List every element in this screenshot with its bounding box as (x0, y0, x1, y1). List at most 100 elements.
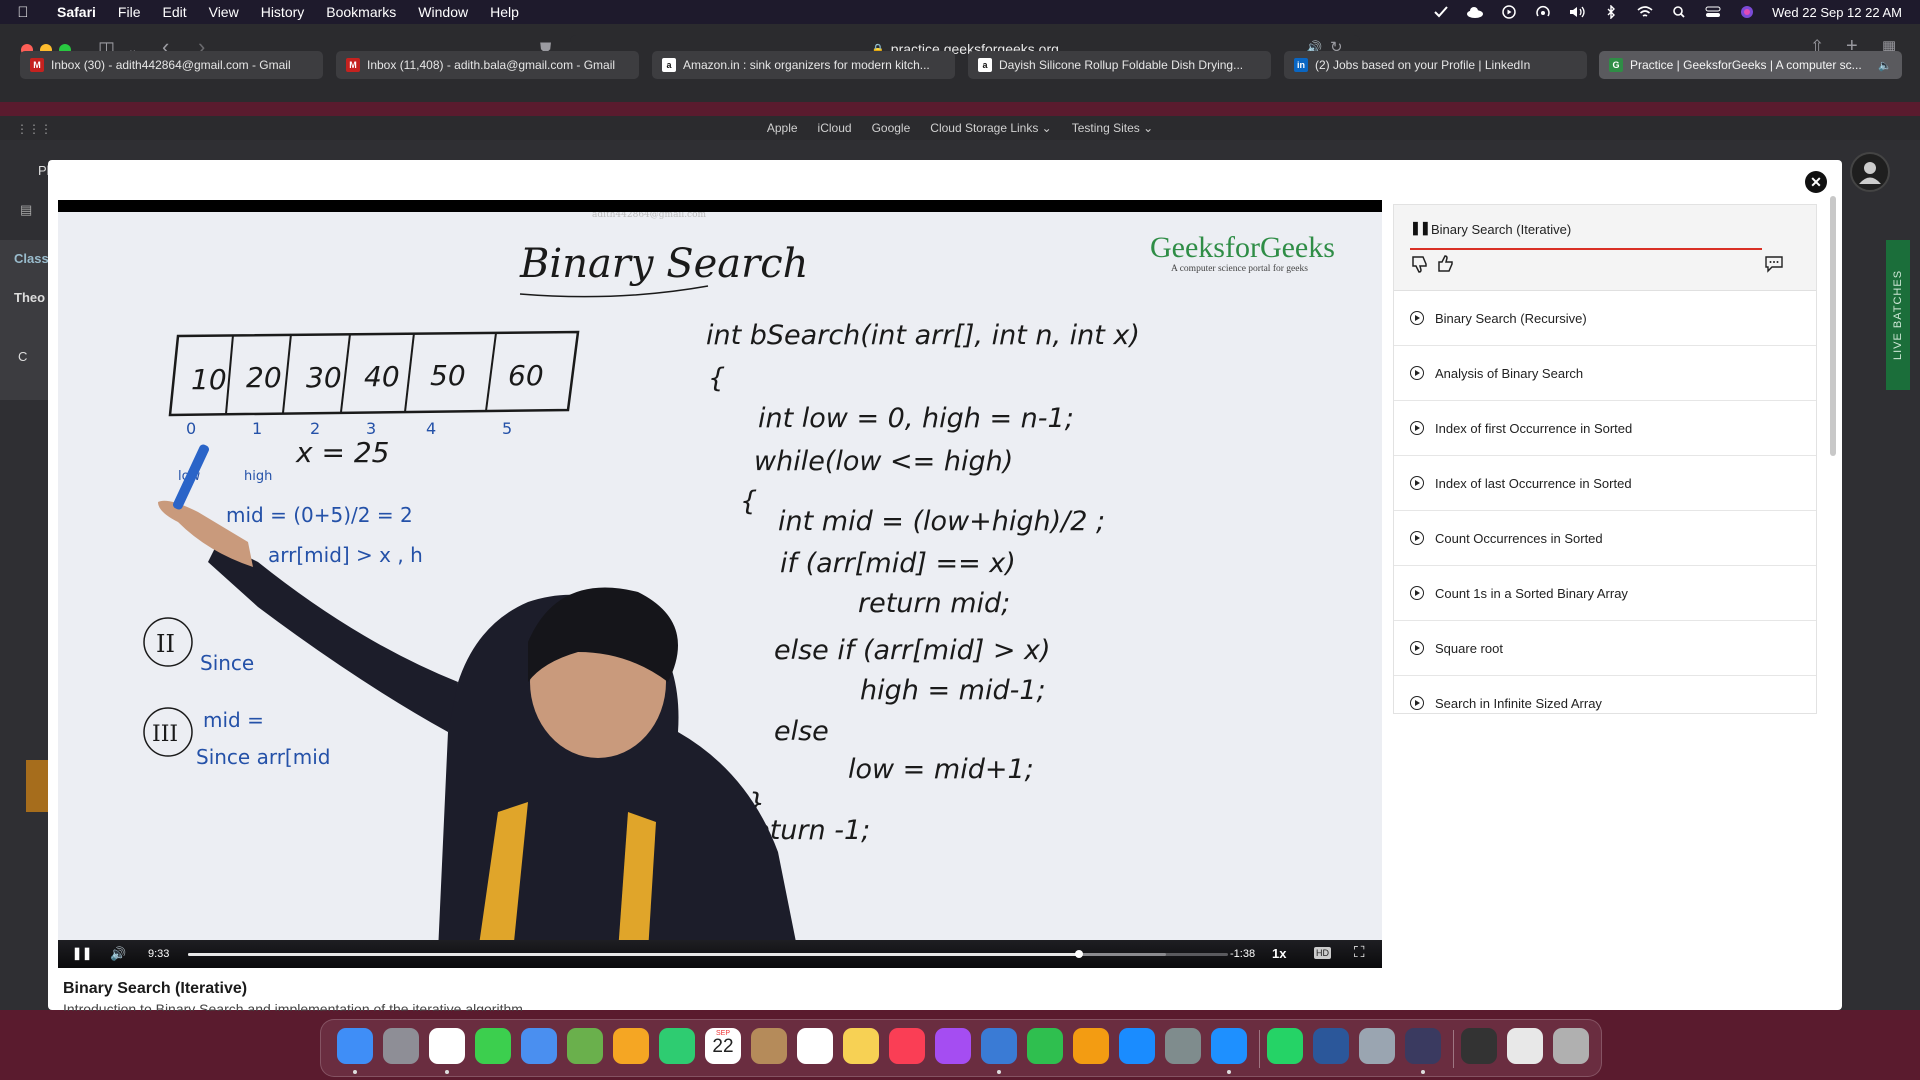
system-preferences-icon[interactable] (1165, 1028, 1201, 1064)
elapsed-time: 9:33 (148, 948, 170, 960)
notes-icon[interactable] (843, 1028, 879, 1064)
clock[interactable]: Wed 22 Sep 12 22 AM (1772, 5, 1902, 20)
tab-linkedin[interactable]: in (2) Jobs based on your Profile | Link… (1284, 51, 1587, 79)
screenshot-icon[interactable] (1461, 1028, 1497, 1064)
preview-icon[interactable] (1359, 1028, 1395, 1064)
gfg-logo-title: GeeksforGeeks (1150, 231, 1335, 264)
seek-bar[interactable] (188, 950, 1228, 958)
playlist-item[interactable]: Index of first Occurrence in Sorted (1394, 401, 1816, 456)
pause-button[interactable]: ❚❚ (72, 946, 92, 960)
gmail-icon: M (30, 58, 44, 72)
thumbs-down-icon[interactable] (1410, 255, 1430, 278)
facetime-icon[interactable] (659, 1028, 695, 1064)
comment-icon[interactable] (1764, 255, 1784, 278)
avatar[interactable] (1850, 152, 1890, 192)
menu-view[interactable]: View (198, 4, 250, 20)
volume-button[interactable]: 🔊 (110, 946, 126, 962)
pause-icon[interactable]: ❚❚ (1410, 220, 1431, 236)
app-icon[interactable] (1405, 1028, 1441, 1064)
close-modal-button[interactable]: ✕ (1805, 171, 1827, 193)
tab-label: (2) Jobs based on your Profile | LinkedI… (1315, 58, 1531, 72)
control-center-icon[interactable] (1704, 5, 1722, 19)
tab-gmail-2[interactable]: M Inbox (11,408) - adith.bala@gmail.com … (336, 51, 639, 79)
file-icon[interactable] (1507, 1028, 1543, 1064)
safari-icon[interactable] (1211, 1028, 1247, 1064)
gmail-icon: M (346, 58, 360, 72)
menu-window[interactable]: Window (407, 4, 479, 20)
menu-help[interactable]: Help (479, 4, 530, 20)
search-icon[interactable] (1670, 5, 1688, 19)
thumbs-up-icon[interactable] (1436, 255, 1456, 278)
chrome-icon[interactable] (429, 1028, 465, 1064)
array-cell: 20 (246, 361, 282, 394)
quality-icon[interactable]: HD (1314, 947, 1331, 959)
playback-speed-button[interactable]: 1x (1272, 946, 1286, 961)
playlist-item[interactable]: Count 1s in a Sorted Binary Array (1394, 566, 1816, 621)
tab-geeksforgeeks[interactable]: G Practice | GeeksforGeeks | A computer … (1599, 51, 1902, 79)
apple-icon[interactable]:  (0, 4, 46, 21)
cloud-icon[interactable] (1466, 5, 1484, 19)
trash-icon[interactable] (1553, 1028, 1589, 1064)
playlist-item[interactable]: Index of last Occurrence in Sorted (1394, 456, 1816, 511)
menu-bookmarks[interactable]: Bookmarks (315, 4, 407, 20)
messages-icon[interactable] (475, 1028, 511, 1064)
dock-running-indicator (997, 1070, 1001, 1074)
favorite-icloud[interactable]: iCloud (818, 121, 852, 135)
favorites-grid-icon[interactable]: ⋮⋮⋮ (16, 122, 52, 136)
playlist-current-item[interactable]: ❚❚ Binary Search (Iterative) (1394, 205, 1816, 291)
menu-safari[interactable]: Safari (46, 4, 107, 20)
tab-gmail-1[interactable]: M Inbox (30) - adith442864@gmail.com - G… (20, 51, 323, 79)
tab-label: Dayish Silicone Rollup Foldable Dish Dry… (999, 58, 1244, 72)
photos-icon[interactable] (613, 1028, 649, 1064)
playlist-item[interactable]: Count Occurrences in Sorted (1394, 511, 1816, 566)
calendar-icon[interactable]: SEP 22 (705, 1028, 741, 1064)
playlist-item[interactable]: Binary Search (Recursive) (1394, 291, 1816, 346)
tab-audio-icon[interactable]: 🔈 (1878, 59, 1892, 72)
keynote-icon[interactable] (981, 1028, 1017, 1064)
scrollbar[interactable] (1830, 196, 1836, 456)
favorite-testing-sites[interactable]: Testing Sites ⌄ (1072, 121, 1153, 135)
play-circle-icon[interactable] (1500, 5, 1518, 19)
antivirus-icon[interactable] (1432, 5, 1450, 19)
pages-icon[interactable] (1073, 1028, 1109, 1064)
playlist-item[interactable]: Square root (1394, 621, 1816, 676)
wifi-icon[interactable] (1636, 5, 1654, 19)
tab-amazon-1[interactable]: a Amazon.in : sink organizers for modern… (652, 51, 955, 79)
video-player[interactable]: adith442864@gmail.com GeeksforGeeks A co… (58, 200, 1382, 968)
app-store-icon[interactable] (1119, 1028, 1155, 1064)
dock-running-indicator (353, 1070, 357, 1074)
playlist-item-title: Count Occurrences in Sorted (1435, 530, 1603, 546)
mail-icon[interactable] (521, 1028, 557, 1064)
music-icon[interactable] (889, 1028, 925, 1064)
seek-handle[interactable] (1075, 950, 1084, 958)
favorite-cloud-storage-links[interactable]: Cloud Storage Links ⌄ (930, 121, 1051, 135)
step-three-label: III (152, 722, 178, 747)
array-cell: 40 (364, 360, 400, 393)
watermark: adith442864@gmail.com (592, 212, 707, 220)
airdrop-icon[interactable] (1534, 5, 1552, 19)
whatsapp-icon[interactable] (1267, 1028, 1303, 1064)
favorite-google[interactable]: Google (872, 121, 911, 135)
word-icon[interactable] (1313, 1028, 1349, 1064)
launchpad-icon[interactable] (383, 1028, 419, 1064)
podcasts-icon[interactable] (935, 1028, 971, 1064)
finder-icon[interactable] (337, 1028, 373, 1064)
playlist-item[interactable]: Search in Infinite Sized Array (1394, 676, 1816, 713)
siri-icon[interactable] (1738, 5, 1756, 19)
volume-icon[interactable] (1568, 5, 1586, 19)
code-line: int mid = (low+high)/2 ; (778, 506, 1105, 537)
favorite-apple[interactable]: Apple (767, 121, 798, 135)
playlist-item[interactable]: Analysis of Binary Search (1394, 346, 1816, 401)
menu-edit[interactable]: Edit (151, 4, 197, 20)
bluetooth-icon[interactable] (1602, 5, 1620, 19)
menu-file[interactable]: File (107, 4, 152, 20)
reminders-icon[interactable] (797, 1028, 833, 1064)
step-two-label: II (156, 630, 175, 658)
live-batches-tab[interactable]: LIVE BATCHES (1886, 240, 1910, 390)
menu-history[interactable]: History (250, 4, 316, 20)
fullscreen-icon[interactable]: ⛶ (1354, 944, 1365, 961)
maps-icon[interactable] (567, 1028, 603, 1064)
tab-amazon-2[interactable]: a Dayish Silicone Rollup Foldable Dish D… (968, 51, 1271, 79)
contacts-icon[interactable] (751, 1028, 787, 1064)
numbers-icon[interactable] (1027, 1028, 1063, 1064)
